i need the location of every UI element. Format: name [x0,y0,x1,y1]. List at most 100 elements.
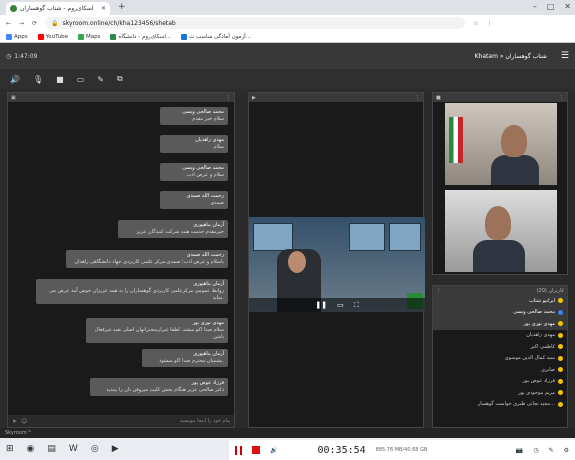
browser-tab-strip: اسکای‌روم - شتاب گوهساران ✕ + – □ ✕ [0,0,575,15]
users-count: کاربران (20) [536,287,564,294]
user-name: مجید نجاتی طبری خواست گوهسار... [477,401,555,408]
bookmark-apps[interactable]: Apps [6,33,28,40]
video-menu-icon[interactable]: ▭ [337,301,344,309]
stop-recording-button[interactable] [252,446,260,454]
maximize-icon[interactable]: □ [547,2,555,11]
media-player-icon[interactable]: ▶ [112,444,119,454]
user-name: مهدی زاهدیان [526,332,555,339]
star-icon[interactable]: ☆ [473,20,478,27]
user-list-item[interactable]: مجید نجاتی طبری خواست گوهسار... [433,399,567,411]
chat-message: رحمت الله صمدی صمدی [160,191,228,209]
back-icon[interactable]: ← [6,20,11,27]
user-list-item[interactable]: محمد صالحی ویسی [433,306,567,318]
webcam-person-face [485,206,511,240]
minimize-icon[interactable]: – [533,2,537,11]
chat-panel: ▣ ⋮ محمد صالحی ویسی سلام خیر مقدم مهدی زا… [7,92,235,428]
user-list-item[interactable]: فرزاد عوض پور [433,376,567,388]
recording-size: 885.76 MB/40.68 GB [375,447,428,453]
video-wall-screen [389,223,421,251]
media-toolbar: 🔊 🎙 ■ ▭ ✎ ⧉ [0,69,575,89]
user-list-item[interactable]: مهدی نوری پور [433,318,567,330]
session-timer: ◷ 1:47:09 [6,53,37,60]
clock-icon: ◷ [6,52,12,60]
hamburger-menu-icon[interactable]: ☰ [561,51,569,61]
chat-message: مهدی نوری پور سلام صدا اکو میشه. لطفا غیر… [86,318,228,343]
forward-icon[interactable]: → [19,20,24,27]
camera-icon[interactable]: ■ [56,75,64,84]
timer-icon[interactable]: ◷ [533,447,538,454]
chat-message: آرمان پناهپوری خیرمقدم خدمت همه شرکت کنند… [118,220,228,238]
shared-video-panel: ▶ ⋮ ❚❚ ▭ ⛶ [248,92,425,428]
chat-message: فرزاد عوض پور دکتر صالحی عزیز هنگام پخش ک… [90,378,228,396]
close-tab-icon[interactable]: ✕ [101,5,106,12]
chat-input[interactable]: پیام خود را اینجا بنویسید [180,418,230,424]
pause-icon[interactable]: ❚❚ [315,301,327,309]
windows-start-icon[interactable]: ⊞ [6,444,14,454]
skyroom-favicon-icon [10,5,17,12]
user-list-item[interactable]: ایرانیو شتاب [433,295,567,307]
video-wall-screen [349,223,385,251]
folder-icon[interactable]: ▤ [47,444,56,454]
user-list-item[interactable]: کاظمی اکبر [433,341,567,353]
user-role-icon [558,309,563,315]
audio-icon[interactable]: 🔊 [270,447,277,454]
bookmark-maps[interactable]: Maps [78,33,100,40]
menu-dots-icon[interactable]: ⋮ [486,20,492,27]
browser-tab[interactable]: اسکای‌روم - شتاب گوهساران ✕ [6,2,110,15]
edit-icon[interactable]: ✎ [549,447,554,454]
lock-icon: 🔒 [51,19,59,27]
video-player[interactable]: ❚❚ ▭ ⛶ [249,217,425,312]
screen-share-icon[interactable]: ▭ [77,75,85,84]
speaker-icon[interactable]: 🔊 [10,75,20,84]
close-window-icon[interactable]: ✕ [564,2,571,11]
new-tab-icon[interactable]: + [118,2,126,12]
mic-muted-icon[interactable]: 🎙 [33,75,43,84]
pause-recording-button[interactable] [235,445,242,455]
emoji-icon[interactable]: ☺ [21,418,27,425]
user-name: فرزاد عوض پور [522,378,555,385]
panel-dots-icon[interactable]: ⋮ [559,95,564,101]
user-role-icon [558,344,563,350]
bookmark-exam[interactable]: آزمون آمادگی مناسب ت... [181,33,251,40]
user-list: ایرانیو شتاب محمد صالحی ویسی مهدی نوری پور… [433,295,567,410]
bookmarks-bar: Apps YouTube Maps اسکای‌روم - دانشگاه...… [0,31,575,43]
settings-icon[interactable]: ⚙ [564,447,569,454]
user-name: مهدی نوری پور [523,320,555,327]
panel-dots-icon[interactable]: ⋮ [226,95,231,101]
webcam-feed[interactable] [445,103,557,185]
user-role-icon [558,401,563,407]
video-panel-icon: ▶ [252,94,256,101]
user-list-item[interactable]: صابری [433,364,567,376]
url-field[interactable]: 🔒 skyroom.online/ch/kha123456/shetab [45,17,466,29]
edge-icon[interactable]: ◉ [27,444,35,454]
user-role-icon [558,378,563,384]
user-name: کاظمی اکبر [530,343,555,350]
webcam-panel: ■ ⋮ [432,92,568,275]
room-title: Khatam » شتاب گوهساران [474,52,547,60]
user-name: مریم موحودی پور [518,389,555,396]
chat-message: محمد صالحی ویسی سلام و عرض ادب [160,163,228,181]
panel-dots-icon[interactable]: ⋮ [415,95,420,101]
bookmark-youtube[interactable]: YouTube [37,33,68,40]
chat-message: آرمان پناهپوری روابط عمومی مرکزعلمی کاربر… [36,279,228,304]
user-role-icon [558,332,563,338]
video-presenter-face [288,251,306,273]
fullscreen-icon[interactable]: ⛶ [354,301,359,310]
user-list-item[interactable]: مریم موحودی پور [433,387,567,399]
chrome-icon[interactable]: ◎ [91,444,99,454]
screenshot-icon[interactable]: 📷 [516,447,523,454]
panel-dots-icon[interactable]: ⋮ [436,288,441,294]
word-icon[interactable]: W [69,444,78,454]
whiteboard-icon[interactable]: ✎ [97,75,104,84]
chat-message: آرمان پناهپوری پشتیبان محترم صدا اکو میشو… [142,349,228,367]
send-icon[interactable]: ➤ [12,418,17,425]
user-list-item[interactable]: مهدی زاهدیان [433,330,567,342]
flag-image [449,117,463,163]
user-list-item[interactable]: سید کمال الدین موسوی [433,353,567,365]
bookmark-skyroom[interactable]: اسکای‌روم - دانشگاه... [110,33,171,40]
webcam-feed[interactable] [445,190,557,272]
tab-title: اسکای‌روم - شتاب گوهساران [20,5,94,12]
file-share-icon[interactable]: ⧉ [117,74,123,84]
reload-icon[interactable]: ⟳ [32,20,37,27]
webcam-panel-header: ■ ⋮ [433,93,567,102]
